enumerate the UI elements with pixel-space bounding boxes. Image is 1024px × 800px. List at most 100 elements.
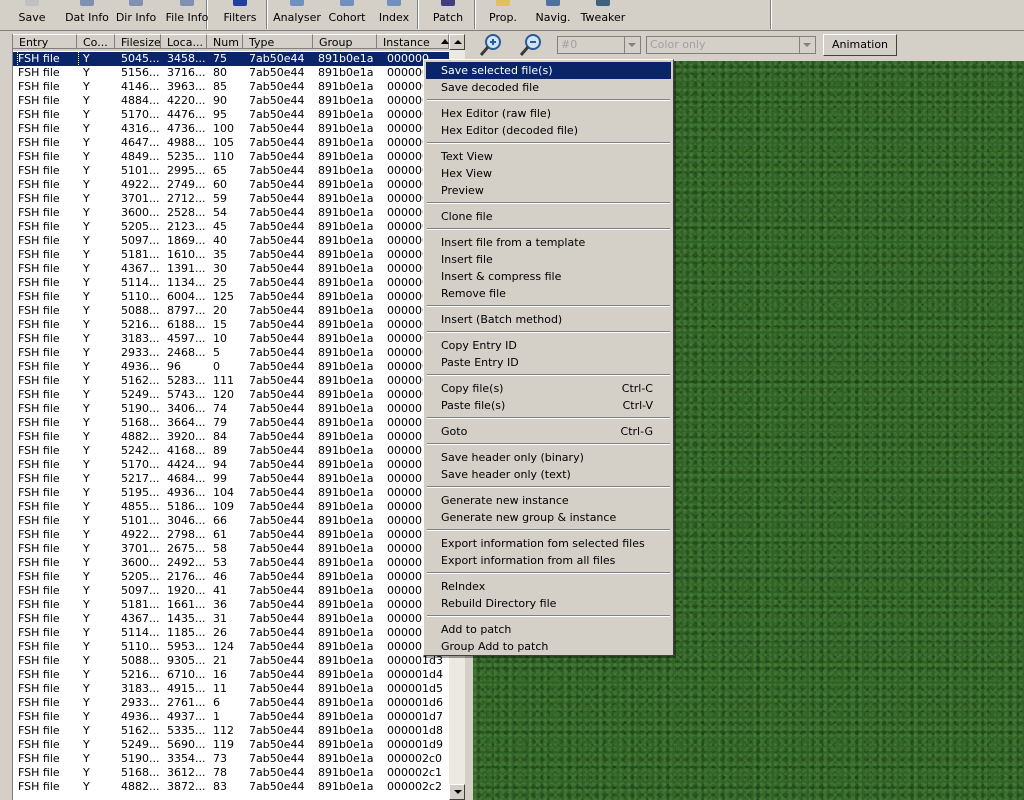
table-row[interactable]: FSH file Y 5249... 5690... 119 7ab50e44 891b0e… [13, 738, 449, 752]
menu-item-hex-view[interactable]: Hex View [426, 165, 671, 182]
table-row[interactable]: FSH file Y 5162... 5335... 112 7ab50e44 891b0e… [13, 724, 449, 738]
dat-info-button[interactable]: Dat Info [60, 0, 114, 29]
column-header-num[interactable]: Num [207, 34, 243, 49]
menu-item-hex-editor-decoded-file[interactable]: Hex Editor (decoded file) [426, 122, 671, 139]
table-row[interactable]: FSH file Y 3183... 4915... 11 7ab50e44 891b0e1… [13, 682, 449, 696]
table-row[interactable]: FSH file Y 5249... 5743... 120 7ab50e44 891b0e… [13, 388, 449, 402]
table-row[interactable]: FSH file Y 2933... 2761... 6 7ab50e44 891b0e1a… [13, 696, 449, 710]
file-info-button[interactable]: File Info [158, 0, 216, 29]
column-header-co[interactable]: Co... [77, 34, 115, 49]
column-header-instance[interactable]: Instance [377, 34, 449, 49]
filters-button[interactable]: Filters [220, 0, 260, 29]
table-row[interactable]: FSH file Y 5205... 2123... 45 7ab50e44 891b0e1… [13, 220, 449, 234]
menu-item-generate-new-instance[interactable]: Generate new instance [426, 492, 671, 509]
column-header-entry[interactable]: Entry [13, 34, 77, 49]
table-row[interactable]: FSH file Y 5045... 3458... 75 7ab50e44 891b0e1… [13, 51, 449, 67]
file-list[interactable]: Entry Co... Filesize Loca... Num Type Group Ins… [12, 34, 449, 800]
table-row[interactable]: FSH file Y 5190... 3354... 73 7ab50e44 891b0e1… [13, 752, 449, 766]
table-row[interactable]: FSH file Y 3600... 2492... 53 7ab50e44 891b0e1… [13, 556, 449, 570]
table-row[interactable]: FSH file Y 5181... 1661... 36 7ab50e44 891b0e1… [13, 598, 449, 612]
scroll-down-button[interactable] [449, 784, 465, 800]
menu-item-save-header-only-binary[interactable]: Save header only (binary) [426, 449, 671, 466]
menu-item-clone-file[interactable]: Clone file [426, 208, 671, 225]
table-row[interactable]: FSH file Y 4367... 1435... 31 7ab50e44 891b0e1… [13, 612, 449, 626]
table-row[interactable]: FSH file Y 4849... 5235... 110 7ab50e44 891b0e… [13, 150, 449, 164]
table-row[interactable]: FSH file Y 5097... 1920... 41 7ab50e44 891b0e1… [13, 584, 449, 598]
table-row[interactable]: FSH file Y 5168... 3664... 79 7ab50e44 891b0e1… [13, 416, 449, 430]
table-row[interactable]: FSH file Y 5097... 1869... 40 7ab50e44 891b0e1… [13, 234, 449, 248]
table-row[interactable]: FSH file Y 5170... 4476... 95 7ab50e44 891b0e1… [13, 108, 449, 122]
menu-item-insert-file[interactable]: Insert file [426, 251, 671, 268]
table-row[interactable]: FSH file Y 4855... 5186... 109 7ab50e44 891b0e… [13, 500, 449, 514]
table-row[interactable]: FSH file Y 5088... 9305... 21 7ab50e44 891b0e1… [13, 654, 449, 668]
zoom-out-button[interactable] [514, 31, 546, 59]
table-row[interactable]: FSH file Y 5195... 4936... 104 7ab50e44 891b0e… [13, 486, 449, 500]
table-row[interactable]: FSH file Y 3701... 2712... 59 7ab50e44 891b0e1… [13, 192, 449, 206]
scroll-up-button[interactable] [449, 34, 465, 50]
table-row[interactable]: FSH file Y 5190... 3406... 74 7ab50e44 891b0e1… [13, 402, 449, 416]
table-row[interactable]: FSH file Y 5162... 5283... 111 7ab50e44 891b0e… [13, 374, 449, 388]
menu-item-export-information-from-all-files[interactable]: Export information from all files [426, 552, 671, 569]
menu-item-rebuild-directory-file[interactable]: Rebuild Directory file [426, 595, 671, 612]
menu-item-goto[interactable]: Goto Ctrl-G [426, 423, 671, 440]
column-header-loca[interactable]: Loca... [161, 34, 207, 49]
table-row[interactable]: FSH file Y 3701... 2675... 58 7ab50e44 891b0e1… [13, 542, 449, 556]
save-button[interactable]: Save [14, 0, 50, 29]
menu-item-paste-entry-id[interactable]: Paste Entry ID [426, 354, 671, 371]
table-row[interactable]: FSH file Y 4936... 96 0 7ab50e44 891b0e1a 00000… [13, 360, 449, 374]
zoom-in-button[interactable] [474, 31, 506, 59]
table-row[interactable]: FSH file Y 4922... 2798... 61 7ab50e44 891b0e1… [13, 528, 449, 542]
menu-item-insert-batch-method[interactable]: Insert (Batch method) [426, 311, 671, 328]
column-header-type[interactable]: Type [243, 34, 313, 49]
table-row[interactable]: FSH file Y 5242... 4168... 89 7ab50e44 891b0e1… [13, 444, 449, 458]
menu-item-hex-editor-raw-file[interactable]: Hex Editor (raw file) [426, 105, 671, 122]
table-row[interactable]: FSH file Y 4882... 3920... 84 7ab50e44 891b0e1… [13, 430, 449, 444]
menu-item-text-view[interactable]: Text View [426, 148, 671, 165]
table-row[interactable]: FSH file Y 5101... 2995... 65 7ab50e44 891b0e1… [13, 164, 449, 178]
table-row[interactable]: FSH file Y 2933... 2468... 5 7ab50e44 891b0e1a… [13, 346, 449, 360]
patch-button[interactable]: Patch [424, 0, 472, 29]
table-row[interactable]: FSH file Y 4884... 4220... 90 7ab50e44 891b0e1… [13, 94, 449, 108]
menu-item-reindex[interactable]: ReIndex [426, 578, 671, 595]
table-row[interactable]: FSH file Y 5217... 4684... 99 7ab50e44 891b0e1… [13, 472, 449, 486]
prop-button[interactable]: Prop. [484, 0, 522, 29]
table-row[interactable]: FSH file Y 5216... 6188... 15 7ab50e44 891b0e1… [13, 318, 449, 332]
color-mode-select[interactable]: Color only [646, 36, 816, 54]
menu-item-save-selected-file-s[interactable]: Save selected file(s) [426, 62, 671, 79]
table-row[interactable]: FSH file Y 4316... 4736... 100 7ab50e44 891b0e… [13, 122, 449, 136]
table-row[interactable]: FSH file Y 4647... 4988... 105 7ab50e44 891b0e… [13, 136, 449, 150]
table-row[interactable]: FSH file Y 5168... 3612... 78 7ab50e44 891b0e1… [13, 766, 449, 780]
column-header-group[interactable]: Group [313, 34, 377, 49]
menu-item-export-information-fom-selected-files[interactable]: Export information fom selected files [426, 535, 671, 552]
menu-item-copy-file-s[interactable]: Copy file(s) Ctrl-C [426, 380, 671, 397]
tweaker-button[interactable]: Tweaker [578, 0, 628, 29]
table-row[interactable]: FSH file Y 5181... 1610... 35 7ab50e44 891b0e1… [13, 248, 449, 262]
menu-item-paste-file-s[interactable]: Paste file(s) Ctrl-V [426, 397, 671, 414]
menu-item-generate-new-group-instance[interactable]: Generate new group & instance [426, 509, 671, 526]
table-row[interactable]: FSH file Y 4882... 3872... 83 7ab50e44 891b0e1… [13, 780, 449, 794]
index-button[interactable]: Index [372, 0, 416, 29]
image-select[interactable]: #0 [557, 36, 641, 54]
table-row[interactable]: FSH file Y 4936... 4937... 1 7ab50e44 891b0e1a… [13, 710, 449, 724]
animation-button[interactable]: Animation [823, 34, 897, 56]
column-header-filesize[interactable]: Filesize [115, 34, 161, 49]
table-row[interactable]: FSH file Y 5114... 1134... 25 7ab50e44 891b0e1… [13, 276, 449, 290]
table-row[interactable]: FSH file Y 5114... 1185... 26 7ab50e44 891b0e1… [13, 626, 449, 640]
table-row[interactable]: FSH file Y 4146... 3963... 85 7ab50e44 891b0e1… [13, 80, 449, 94]
dir-info-button[interactable]: Dir Info [110, 0, 162, 29]
table-row[interactable]: FSH file Y 3600... 2528... 54 7ab50e44 891b0e1… [13, 206, 449, 220]
menu-item-add-to-patch[interactable]: Add to patch [426, 621, 671, 638]
menu-item-group-add-to-patch[interactable]: Group Add to patch [426, 638, 671, 655]
analyser-button[interactable]: Analyser [270, 0, 324, 29]
table-row[interactable]: FSH file Y 5156... 3716... 80 7ab50e44 891b0e1… [13, 66, 449, 80]
table-row[interactable]: FSH file Y 5088... 8797... 20 7ab50e44 891b0e1… [13, 304, 449, 318]
table-row[interactable]: FSH file Y 5170... 4424... 94 7ab50e44 891b0e1… [13, 458, 449, 472]
table-row[interactable]: FSH file Y 5101... 3046... 66 7ab50e44 891b0e1… [13, 514, 449, 528]
navig-button[interactable]: Navig. [532, 0, 574, 29]
table-row[interactable]: FSH file Y 3183... 4597... 10 7ab50e44 891b0e1… [13, 332, 449, 346]
table-row[interactable]: FSH file Y 4367... 1391... 30 7ab50e44 891b0e1… [13, 262, 449, 276]
menu-item-insert-compress-file[interactable]: Insert & compress file [426, 268, 671, 285]
menu-item-preview[interactable]: Preview [426, 182, 671, 199]
menu-item-save-header-only-text[interactable]: Save header only (text) [426, 466, 671, 483]
menu-item-insert-file-from-a-template[interactable]: Insert file from a template [426, 234, 671, 251]
